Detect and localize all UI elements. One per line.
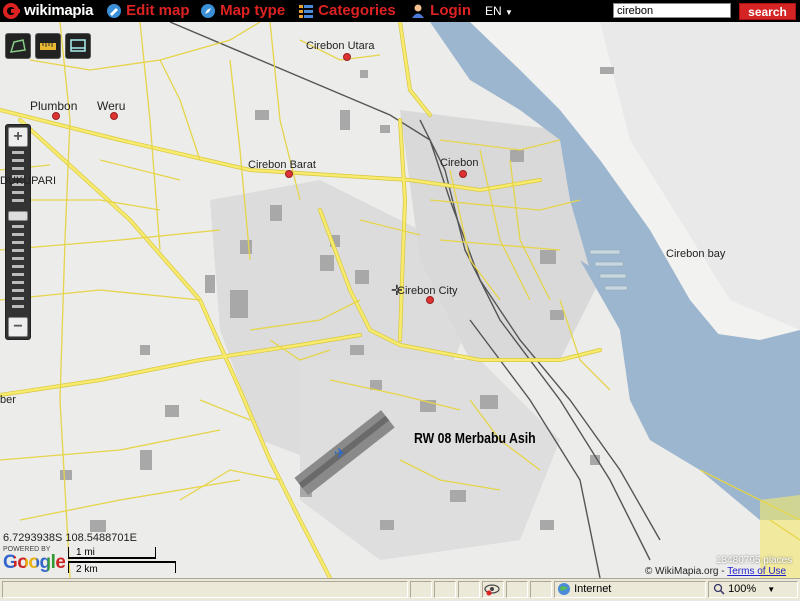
status-cell: [410, 581, 432, 598]
zoom-level-cell[interactable]: 100% ▼: [708, 581, 798, 598]
map-type-label: Map type: [220, 2, 286, 19]
zoom-level-step[interactable]: [12, 199, 24, 202]
place-marker[interactable]: [343, 53, 351, 61]
security-zone-cell[interactable]: Internet: [554, 581, 706, 598]
zoom-level-label: 100%: [728, 583, 757, 595]
zoom-slider-handle[interactable]: [8, 211, 28, 221]
zoom-level-step[interactable]: [12, 257, 24, 260]
chevron-down-icon: ▼: [767, 585, 776, 594]
compass-icon: [201, 4, 215, 19]
zoom-level-step[interactable]: [12, 289, 24, 292]
zoom-level-step[interactable]: [12, 225, 24, 228]
wikimapia-logo-icon: [3, 3, 20, 20]
chevron-down-icon: ▼: [505, 8, 513, 17]
zoom-level-step[interactable]: [12, 297, 24, 300]
place-marker[interactable]: [110, 112, 118, 120]
google-logo[interactable]: Google: [3, 552, 66, 574]
map-canvas[interactable]: ✈ + − Cirebon Utara Plumbon Weru Cirebon…: [0, 22, 800, 578]
top-bar: wikimapia Edit map Map type Categories L…: [0, 0, 800, 22]
place-label[interactable]: Cirebon: [440, 157, 479, 169]
scale-mi-label: 1 mi: [76, 547, 95, 558]
security-zone-label: Internet: [574, 583, 612, 595]
coordinates-readout: 6.7293938S 108.5488701E: [3, 532, 137, 544]
crosshair-cursor-icon: ✛: [391, 282, 403, 298]
globe-icon: [558, 583, 570, 596]
place-label[interactable]: Cirebon Utara: [306, 40, 374, 52]
language-label: EN: [485, 4, 502, 18]
map-scale-bar: 1 mi 2 km: [68, 547, 176, 575]
language-selector[interactable]: EN ▼: [485, 2, 513, 20]
zoom-in-button[interactable]: +: [8, 127, 28, 147]
search-input[interactable]: [613, 3, 731, 18]
place-marker[interactable]: [285, 170, 293, 178]
place-label[interactable]: ber: [0, 394, 16, 406]
highlighted-object-label[interactable]: RW 08 Merbabu Asih: [414, 430, 536, 447]
place-marker[interactable]: [52, 112, 60, 120]
zoom-out-button[interactable]: −: [8, 317, 28, 337]
zoom-level-step[interactable]: [12, 281, 24, 284]
user-icon: [412, 4, 424, 19]
edit-map-label: Edit map: [126, 2, 190, 19]
status-cell: [530, 581, 552, 598]
place-label[interactable]: Plumbon: [30, 99, 77, 113]
place-label[interactable]: Cirebon bay: [666, 248, 725, 260]
categories-label: Categories: [318, 2, 396, 19]
zoom-level-step[interactable]: [12, 273, 24, 276]
add-object-tool-button[interactable]: [5, 33, 31, 59]
polygon-add-icon: [9, 39, 26, 53]
place-marker[interactable]: [459, 170, 467, 178]
place-label[interactable]: Weru: [97, 99, 125, 113]
categories-icon: [299, 5, 313, 19]
layers-icon: [70, 39, 86, 52]
status-cell: [458, 581, 480, 598]
zoom-level-step[interactable]: [12, 151, 24, 154]
zoom-level-step[interactable]: [12, 233, 24, 236]
search-button[interactable]: search: [739, 3, 796, 20]
zoom-control[interactable]: + −: [5, 124, 31, 340]
zoom-level-step[interactable]: [12, 241, 24, 244]
wikimapia-logo[interactable]: wikimapia: [2, 2, 93, 20]
airport-icon: ✈: [334, 446, 346, 462]
zoom-level-step[interactable]: [12, 305, 24, 308]
place-label[interactable]: DUKUPARI: [0, 175, 56, 187]
layers-tool-button[interactable]: [65, 33, 91, 59]
google-logo-text: Google: [3, 552, 66, 573]
ruler-tool-button[interactable]: [35, 33, 61, 59]
map-type-button[interactable]: Map type: [200, 2, 285, 20]
place-label[interactable]: Cirebon Barat: [248, 159, 316, 171]
status-cell: [434, 581, 456, 598]
scale-km-label: 2 km: [76, 564, 98, 575]
popup-blocker-cell[interactable]: [482, 581, 504, 598]
zoom-level-step[interactable]: [12, 265, 24, 268]
browser-status-bar: Internet 100% ▼: [0, 578, 800, 600]
login-button[interactable]: Login: [410, 2, 471, 20]
place-count: 13480795 places: [716, 555, 793, 566]
login-label: Login: [430, 2, 471, 19]
categories-button[interactable]: Categories: [298, 2, 396, 20]
status-text-cell: [2, 581, 408, 598]
zoom-level-step[interactable]: [12, 249, 24, 252]
magnifier-icon: [713, 583, 725, 595]
edit-map-icon: [107, 4, 121, 19]
zoom-level-step[interactable]: [12, 159, 24, 162]
privacy-eye-icon: [484, 584, 500, 596]
edit-map-button[interactable]: Edit map: [106, 2, 190, 20]
ruler-icon: [40, 43, 56, 50]
copyright-notice: © WikiMapia.org - Terms of Use: [645, 566, 786, 577]
place-label[interactable]: Cirebon City: [397, 285, 458, 297]
copyright-text: © WikiMapia.org -: [645, 566, 725, 577]
zoom-level-step[interactable]: [12, 167, 24, 170]
zoom-level-step[interactable]: [12, 191, 24, 194]
terms-of-use-link[interactable]: Terms of Use: [727, 566, 786, 577]
status-cell: [506, 581, 528, 598]
logo-text: wikimapia: [24, 2, 94, 19]
place-marker[interactable]: [426, 296, 434, 304]
